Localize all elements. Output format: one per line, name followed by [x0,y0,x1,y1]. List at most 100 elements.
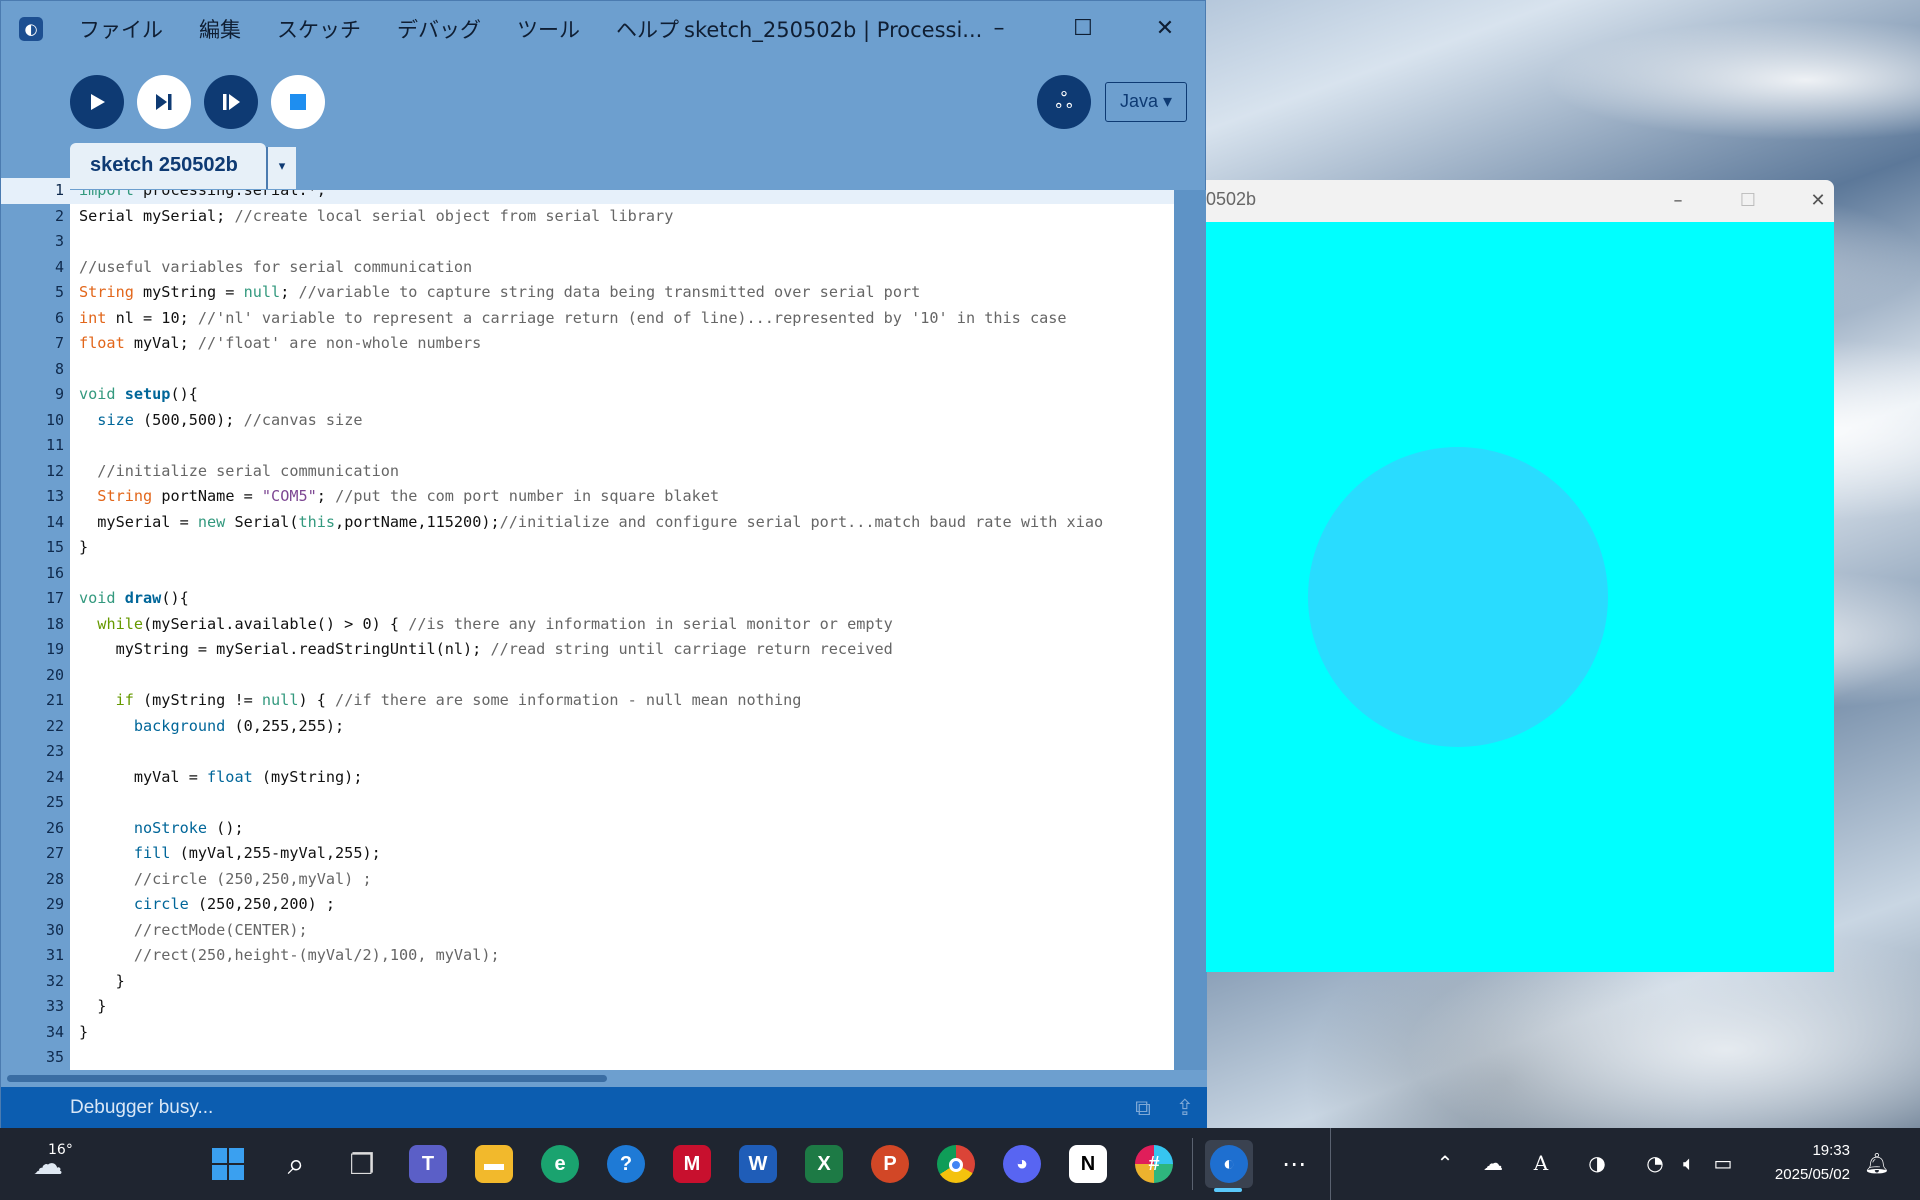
line-number[interactable]: 5 [1,280,64,306]
mcafee-button[interactable]: M [670,1142,714,1186]
sketch-minimize-button[interactable]: – [1658,186,1698,216]
clock-date[interactable]: 2025/05/02 [1740,1166,1850,1183]
line-number[interactable]: 20 [1,663,64,689]
onedrive-button[interactable]: ☁ [1478,1148,1508,1178]
line-number[interactable]: 7 [1,331,64,357]
sketch-close-button[interactable]: ✕ [1798,186,1838,216]
teams-button[interactable]: T [406,1142,450,1186]
code-line[interactable] [70,357,1174,383]
line-number[interactable]: 21 [1,688,64,714]
code-line[interactable]: mySerial = new Serial(this,portName,1152… [70,510,1174,536]
edge-button[interactable]: e [538,1142,582,1186]
show-hidden-icons-button[interactable]: ⌃ [1430,1148,1460,1178]
code-line[interactable]: fill (myVal,255-myVal,255); [70,841,1174,867]
battery-button[interactable]: ▭ [1708,1148,1738,1178]
code-line[interactable]: //useful variables for serial communicat… [70,255,1174,281]
code-line[interactable]: //circle (250,250,myVal) ; [70,867,1174,893]
line-number[interactable]: 25 [1,790,64,816]
code-line[interactable]: circle (250,250,200) ; [70,892,1174,918]
tab-sketch[interactable]: sketch 250502b [70,143,266,189]
code-line[interactable]: if (myString != null) { //if there are s… [70,688,1174,714]
sketch-maximize-button[interactable]: ☐ [1728,186,1768,216]
ime-button[interactable]: A [1526,1148,1556,1178]
volume-button[interactable]: 🔈︎ [1674,1148,1704,1178]
code-line[interactable]: } [70,969,1174,995]
code-line[interactable]: } [70,535,1174,561]
minimize-button[interactable]: – [979,11,1019,47]
more-apps-button[interactable]: ⋯ [1272,1142,1316,1186]
stop-button[interactable] [271,75,325,129]
line-number[interactable]: 28 [1,867,64,893]
line-number[interactable]: 11 [1,433,64,459]
mode-selector[interactable]: Java ▾ [1105,82,1187,122]
line-number[interactable]: 22 [1,714,64,740]
chrome-button[interactable] [934,1142,978,1186]
code-line[interactable]: Serial mySerial; //create local serial o… [70,204,1174,230]
code-line[interactable] [70,561,1174,587]
line-number[interactable]: 12 [1,459,64,485]
menu-help[interactable]: ヘルプ [598,15,697,45]
clock-time[interactable]: 19:33 [1760,1142,1850,1159]
line-number[interactable]: 13 [1,484,64,510]
continue-button[interactable] [204,75,258,129]
task-view-button[interactable]: ❐ [340,1142,384,1186]
slack-button[interactable]: # [1132,1142,1176,1186]
code-line[interactable]: } [70,1020,1174,1046]
debugger-toggle-button[interactable]: ஃ [1037,75,1091,129]
help-button[interactable]: ? [604,1142,648,1186]
search-button[interactable]: ⌕ [274,1142,318,1186]
line-number[interactable]: 16 [1,561,64,587]
code-line[interactable]: void draw(){ [70,586,1174,612]
run-button[interactable] [70,75,124,129]
start-button[interactable] [206,1142,250,1186]
maximize-button[interactable]: ☐ [1063,11,1103,47]
line-number[interactable]: 4 [1,255,64,281]
processing-taskbar-button[interactable]: ◐ [1205,1140,1253,1188]
line-number[interactable]: 24 [1,765,64,791]
menu-file[interactable]: ファイル [61,15,181,45]
code-line[interactable]: String portName = "COM5"; //put the com … [70,484,1174,510]
menu-edit[interactable]: 編集 [181,15,259,45]
line-number[interactable]: 1 [1,178,70,204]
upload-icon[interactable]: ⇪ [1171,1095,1199,1123]
code-line[interactable] [70,433,1174,459]
file-explorer-button[interactable]: ▬ [472,1142,516,1186]
discord-button[interactable]: ◕ [1000,1142,1044,1186]
line-number[interactable]: 15 [1,535,64,561]
line-number[interactable]: 18 [1,612,64,638]
step-button[interactable] [137,75,191,129]
code-line[interactable] [70,663,1174,689]
word-button[interactable]: W [736,1142,780,1186]
line-number[interactable]: 6 [1,306,64,332]
line-number[interactable]: 10 [1,408,64,434]
code-line[interactable]: myString = mySerial.readStringUntil(nl);… [70,637,1174,663]
line-number[interactable]: 9 [1,382,64,408]
menu-tools[interactable]: ツール [499,15,598,45]
code-line[interactable]: noStroke (); [70,816,1174,842]
line-number[interactable]: 34 [1,1020,64,1046]
code-line[interactable]: while(mySerial.available() > 0) { //is t… [70,612,1174,638]
notion-button[interactable]: N [1066,1142,1110,1186]
code-line[interactable]: int nl = 10; //'nl' variable to represen… [70,306,1174,332]
code-line[interactable]: } [70,994,1174,1020]
notifications-button[interactable]: 🔔︎ [1862,1148,1892,1178]
wifi-button[interactable]: ◔ [1640,1148,1670,1178]
horizontal-scrollbar[interactable] [1,1070,1207,1088]
close-button[interactable]: ✕ [1145,11,1185,47]
excel-button[interactable]: X [802,1142,846,1186]
code-line[interactable]: //rectMode(CENTER); [70,918,1174,944]
code-line[interactable] [70,1045,1174,1070]
line-number[interactable]: 30 [1,918,64,944]
add-window-icon[interactable]: ⧉ [1129,1095,1157,1123]
code-line[interactable]: float myVal; //'float' are non-whole num… [70,331,1174,357]
focus-button[interactable]: ◑ [1582,1148,1612,1178]
vertical-scrollbar[interactable] [1174,190,1207,1070]
line-number[interactable]: 14 [1,510,64,536]
line-number[interactable]: 23 [1,739,64,765]
line-number[interactable]: 29 [1,892,64,918]
code-line[interactable]: void setup(){ [70,382,1174,408]
line-number[interactable]: 33 [1,994,64,1020]
line-number[interactable]: 26 [1,816,64,842]
code-line[interactable] [70,229,1174,255]
line-number[interactable]: 35 [1,1045,64,1071]
